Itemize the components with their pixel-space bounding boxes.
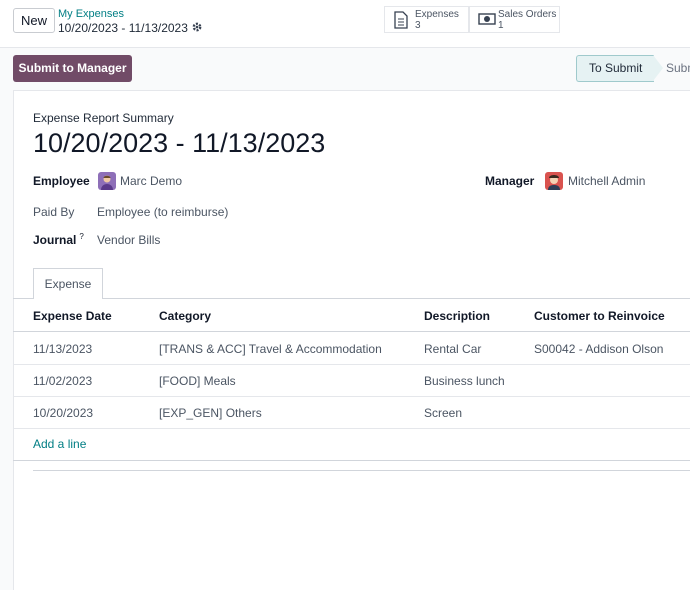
control-panel: New My Expenses 10/20/2023 - 11/13/2023 … [0,0,690,48]
expenses-count: 3 [415,20,421,31]
manager-avatar [545,172,563,190]
cell-category: [TRANS & ACC] Travel & Accommodation [159,342,382,356]
table-row[interactable]: 10/20/2023 [EXP_GEN] Others Screen [13,397,690,429]
table-header: Expense Date Category Description Custom… [13,299,690,332]
manager-field[interactable]: Mitchell Admin [568,174,645,188]
sales-orders-label: Sales Orders [498,9,557,20]
col-description[interactable]: Description [424,309,490,323]
paid-by-field[interactable]: Employee (to reimburse) [97,205,228,219]
cell-category: [FOOD] Meals [159,374,236,388]
cell-category: [EXP_GEN] Others [159,406,262,420]
employee-avatar [98,172,116,190]
breadcrumb-my-expenses[interactable]: My Expenses [58,8,124,20]
employee-field[interactable]: Marc Demo [120,174,182,188]
add-line-row [13,429,690,461]
cell-description: Screen [424,406,463,420]
paid-by-label: Paid By [33,205,75,219]
cell-date: 11/02/2023 [33,374,93,388]
status-to-submit[interactable]: To Submit [576,55,654,82]
status-submitted[interactable]: Submitted [666,55,690,82]
gear-icon[interactable] [191,21,203,36]
sales-orders-smart-button[interactable]: Sales Orders 1 [469,6,560,33]
expenses-label: Expenses [415,9,459,20]
new-button[interactable]: New [13,8,55,33]
journal-label: Journal? [33,232,84,247]
journal-label-text: Journal [33,233,77,247]
table-footer-divider [33,470,690,471]
cell-date: 11/13/2023 [33,342,93,356]
sales-orders-count: 1 [498,20,504,31]
summary-label: Expense Report Summary [33,111,174,125]
document-icon [393,11,409,32]
journal-help-icon[interactable]: ? [79,232,83,241]
status-arrow [653,55,663,81]
cell-date: 10/20/2023 [33,406,94,420]
table-row[interactable]: 11/02/2023 [FOOD] Meals Business lunch [13,365,690,397]
breadcrumb-current-record: 10/20/2023 - 11/13/2023 [58,21,188,35]
money-icon [478,11,496,30]
col-customer-reinvoice[interactable]: Customer to Reinvoice [534,309,665,323]
expenses-smart-button[interactable]: Expenses 3 [384,6,469,33]
cell-description: Rental Car [424,342,482,356]
col-expense-date[interactable]: Expense Date [33,309,112,323]
journal-field[interactable]: Vendor Bills [97,233,160,247]
employee-label: Employee [33,174,90,188]
add-line-link[interactable]: Add a line [33,437,86,451]
col-category[interactable]: Category [159,309,211,323]
cell-customer: S00042 - Addison Olson [534,342,664,356]
submit-to-manager-button[interactable]: Submit to Manager [13,55,132,82]
report-title[interactable]: 10/20/2023 - 11/13/2023 [33,128,325,159]
cell-description: Business lunch [424,374,505,388]
manager-label: Manager [485,174,535,188]
tab-expense[interactable]: Expense [33,268,103,299]
table-row[interactable]: 11/13/2023 [TRANS & ACC] Travel & Accomm… [13,333,690,365]
